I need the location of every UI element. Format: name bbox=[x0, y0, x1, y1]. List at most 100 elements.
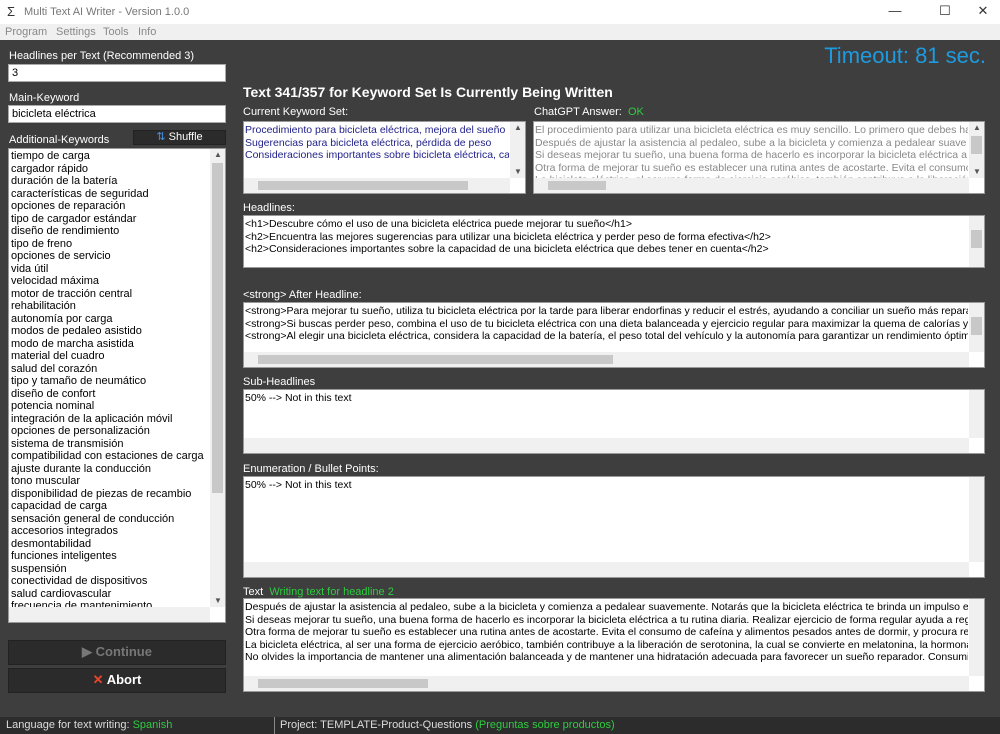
enumeration-label: Enumeration / Bullet Points: bbox=[243, 463, 379, 475]
keyword-set-line: Procedimiento para bicicleta eléctrica, … bbox=[245, 124, 506, 136]
headlines-per-text-label: Headlines per Text (Recommended 3) bbox=[9, 50, 195, 62]
progress-heading: Text 341/357 for Keyword Set Is Currentl… bbox=[243, 84, 613, 100]
keyword-item[interactable]: conectividad de dispositivos bbox=[11, 575, 209, 588]
sub-headlines-box[interactable]: 50% --> Not in this text bbox=[243, 389, 985, 454]
keyword-item[interactable]: autonomía por carga bbox=[11, 313, 209, 326]
keywords-horizontal-scrollbar[interactable] bbox=[9, 607, 210, 622]
chatgpt-line: Si deseas mejorar tu sueño, una buena fo… bbox=[535, 149, 968, 161]
chatgpt-line: Otra forma de mejorar tu sueño es establ… bbox=[535, 161, 968, 174]
continue-button[interactable]: ▶ Continue bbox=[8, 640, 226, 665]
keyword-item[interactable]: motor de tracción central bbox=[11, 288, 209, 301]
language-status: Language for text writing: Spanish bbox=[6, 719, 173, 731]
additional-keywords-label: Additional-Keywords bbox=[9, 134, 110, 146]
timeout-display: Timeout: 81 sec. bbox=[824, 43, 986, 68]
main-keyword-label: Main-Keyword bbox=[9, 92, 80, 104]
keyword-item[interactable]: vida útil bbox=[11, 263, 209, 276]
keyword-item[interactable]: tipo de cargador estándar bbox=[11, 213, 209, 226]
sub-headline-line: 50% --> Not in this text bbox=[245, 392, 352, 404]
after-headline-line: <strong>Si buscas perder peso, combina e… bbox=[245, 317, 968, 330]
keyword-set-label: Current Keyword Set: bbox=[243, 106, 349, 118]
close-button[interactable]: ✕ bbox=[968, 3, 998, 19]
keyword-item[interactable]: material del cuadro bbox=[11, 350, 209, 363]
chatgpt-answer-box[interactable]: El procedimiento para utilizar una bicic… bbox=[533, 121, 985, 194]
keyword-set-line: Sugerencias para bicicleta eléctrica, pé… bbox=[245, 136, 492, 149]
abort-button[interactable]: ✕ Abort bbox=[8, 668, 226, 693]
main-keyword-input[interactable]: bicicleta eléctrica bbox=[8, 105, 226, 123]
keyword-item[interactable]: opciones de servicio bbox=[11, 250, 209, 263]
headline-line: <h2>Encuentra las mejores sugerencias pa… bbox=[245, 230, 771, 243]
keyword-item[interactable]: compatibilidad con estaciones de carga bbox=[11, 450, 209, 463]
keyword-item[interactable]: rehabilitación bbox=[11, 300, 209, 313]
after-headline-label: <strong> After Headline: bbox=[243, 289, 362, 301]
keyword-item[interactable]: accesorios integrados bbox=[11, 525, 209, 538]
enumeration-box[interactable]: 50% --> Not in this text bbox=[243, 476, 985, 578]
play-icon: ▶ bbox=[82, 644, 93, 659]
keyword-item[interactable]: tiempo de carga bbox=[11, 150, 209, 163]
text-line: Si deseas mejorar tu sueño, una buena fo… bbox=[245, 613, 968, 626]
keyword-item[interactable]: modos de pedaleo asistido bbox=[11, 325, 209, 338]
shuffle-button[interactable]: ⇅ Shuffle bbox=[133, 130, 226, 145]
headlines-box[interactable]: <h1>Descubre cómo el uso de una biciclet… bbox=[243, 215, 985, 268]
text-status: Writing text for headline 2 bbox=[269, 586, 394, 598]
sub-headlines-label: Sub-Headlines bbox=[243, 376, 316, 388]
status-bar: Language for text writing: Spanish Proje… bbox=[0, 717, 1000, 734]
keyword-item[interactable]: diseño de rendimiento bbox=[11, 225, 209, 238]
text-label: Text Writing text for headline 2 bbox=[243, 586, 394, 598]
maximize-button[interactable]: ☐ bbox=[930, 3, 960, 19]
after-headline-line: <strong>Al elegir una bicicleta eléctric… bbox=[245, 330, 968, 342]
chatgpt-status: OK bbox=[627, 106, 644, 118]
minimize-button[interactable]: — bbox=[880, 3, 910, 18]
keywords-vertical-scrollbar[interactable]: ▲ ▼ bbox=[210, 149, 225, 607]
keyword-set-line: Consideraciones importantes sobre bicicl… bbox=[245, 149, 509, 161]
keyword-item[interactable]: desmontabilidad bbox=[11, 538, 209, 551]
shuffle-label: Shuffle bbox=[168, 131, 203, 143]
keyword-item[interactable]: suspensión bbox=[11, 563, 209, 576]
keyword-item[interactable]: tipo y tamaño de neumático bbox=[11, 375, 209, 388]
chatgpt-answer-label: ChatGPT Answer: OK bbox=[534, 106, 644, 118]
sigma-icon: Σ bbox=[7, 4, 16, 19]
chatgpt-line: El procedimiento para utilizar una bicic… bbox=[535, 124, 968, 136]
text-line: La bicicleta eléctrica, al ser una forma… bbox=[245, 638, 968, 651]
keyword-item[interactable]: sistema de transmisión bbox=[11, 438, 209, 451]
menu-tools[interactable]: Tools bbox=[103, 26, 129, 38]
keyword-set-box[interactable]: Procedimiento para bicicleta eléctrica, … bbox=[243, 121, 526, 194]
x-icon: ✕ bbox=[92, 672, 104, 687]
after-headline-box[interactable]: <strong>Para mejorar tu sueño, utiliza t… bbox=[243, 302, 985, 368]
keyword-item[interactable]: salud del corazón bbox=[11, 363, 209, 376]
window-title: Multi Text AI Writer - Version 1.0.0 bbox=[24, 6, 190, 18]
text-line: Después de ajustar la asistencia al peda… bbox=[245, 601, 968, 613]
keyword-item[interactable]: diseño de confort bbox=[11, 388, 209, 401]
menu-settings[interactable]: Settings bbox=[56, 26, 96, 38]
title-bar: Σ Multi Text AI Writer - Version 1.0.0 —… bbox=[0, 0, 1000, 24]
keyword-item[interactable]: modo de marcha asistida bbox=[11, 338, 209, 351]
shuffle-icon: ⇅ bbox=[156, 131, 166, 143]
chatgpt-line: Después de ajustar la asistencia al peda… bbox=[535, 136, 967, 149]
keyword-item[interactable]: opciones de reparación bbox=[11, 200, 209, 213]
keyword-item[interactable]: velocidad máxima bbox=[11, 275, 209, 288]
keyword-item[interactable]: capacidad de carga bbox=[11, 500, 209, 513]
keyword-item[interactable]: opciones de personalización bbox=[11, 425, 209, 438]
headline-line: <h2>Consideraciones importantes sobre la… bbox=[245, 243, 769, 255]
keyword-item[interactable]: ajuste durante la conducción bbox=[11, 463, 209, 476]
headlines-per-text-input[interactable]: 3 bbox=[8, 64, 226, 82]
keyword-item[interactable]: duración de la batería bbox=[11, 175, 209, 188]
keyword-item[interactable]: sensación general de conducción bbox=[11, 513, 209, 526]
keyword-item[interactable]: tono muscular bbox=[11, 475, 209, 488]
text-box[interactable]: Después de ajustar la asistencia al peda… bbox=[243, 598, 985, 692]
headline-line: <h1>Descubre cómo el uso de una biciclet… bbox=[245, 218, 632, 230]
text-line: No olvides la importancia de mantener un… bbox=[245, 651, 968, 663]
menu-info[interactable]: Info bbox=[138, 26, 156, 38]
keyword-item[interactable]: disponibilidad de piezas de recambio bbox=[11, 488, 209, 501]
enumeration-line: 50% --> Not in this text bbox=[245, 479, 352, 491]
menu-program[interactable]: Program bbox=[5, 26, 47, 38]
text-line: Otra forma de mejorar tu sueño es establ… bbox=[245, 626, 968, 638]
keyword-item[interactable]: tipo de freno bbox=[11, 238, 209, 251]
keyword-item[interactable]: integración de la aplicación móvil bbox=[11, 413, 209, 426]
keyword-item[interactable]: salud cardiovascular bbox=[11, 588, 209, 601]
additional-keywords-list[interactable]: tiempo de carga cargador rápido duración d… bbox=[8, 148, 226, 623]
keyword-item[interactable]: cargador rápido bbox=[11, 163, 209, 176]
keyword-item[interactable]: características de seguridad bbox=[11, 188, 209, 201]
keyword-item[interactable]: potencia nominal bbox=[11, 400, 209, 413]
abort-label: Abort bbox=[106, 672, 142, 687]
keyword-item[interactable]: funciones inteligentes bbox=[11, 550, 209, 563]
